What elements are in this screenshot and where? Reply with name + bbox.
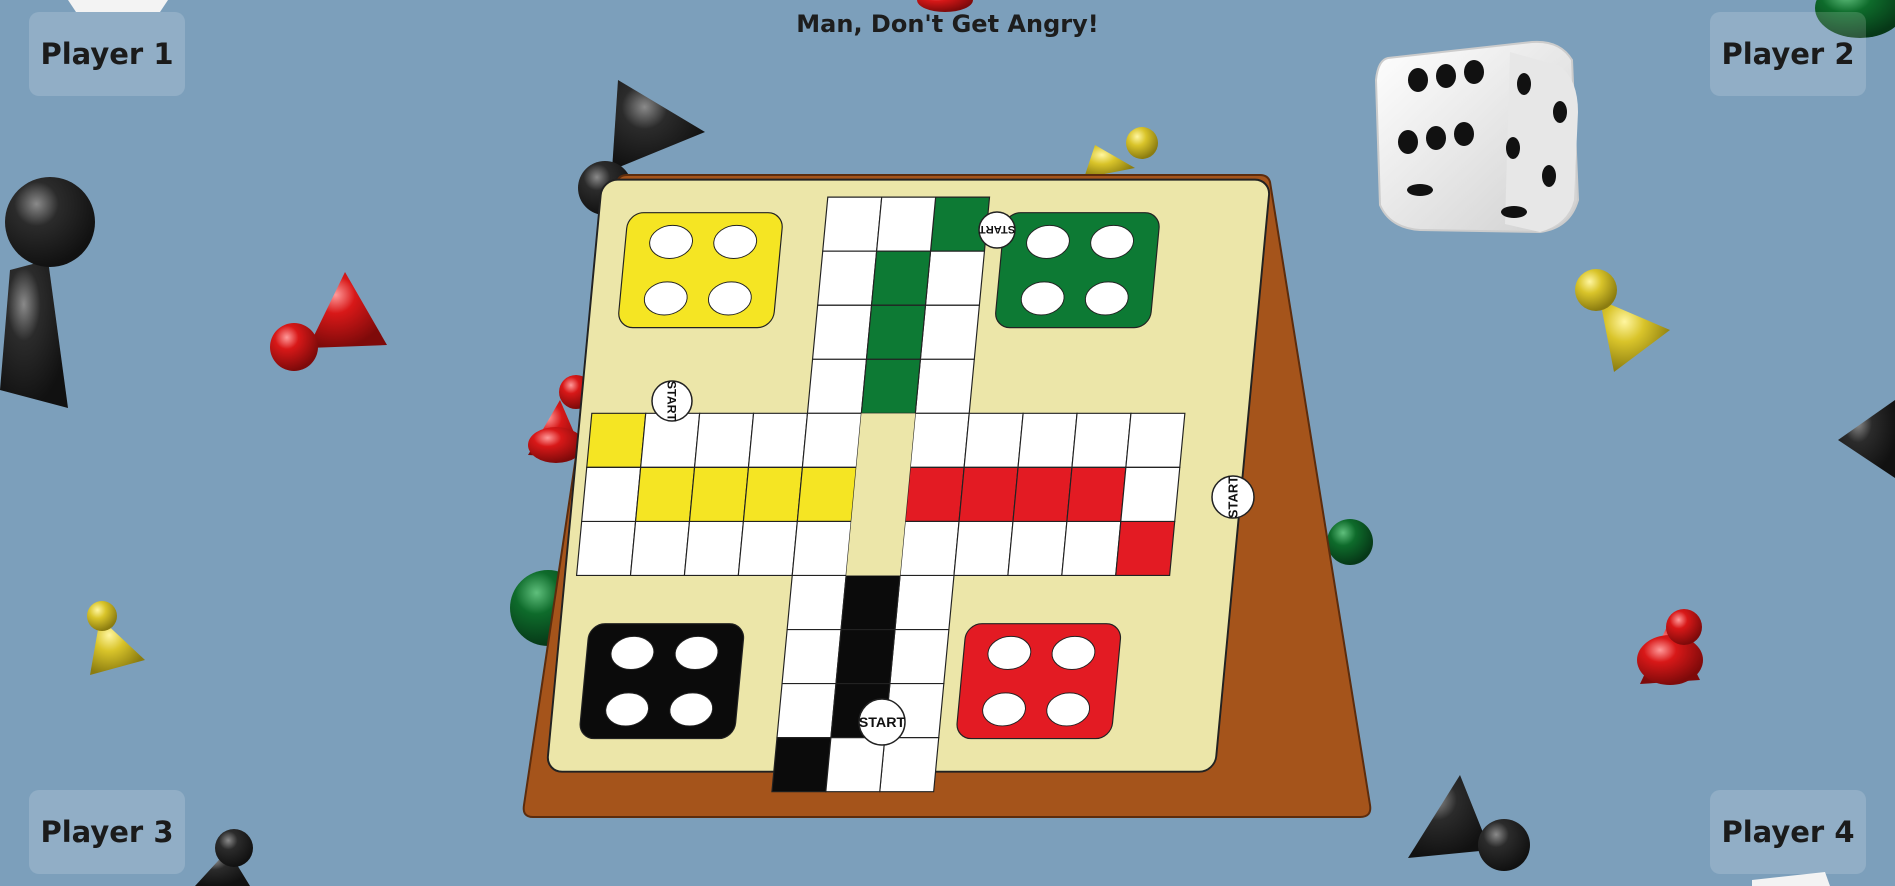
track-cell[interactable] — [683, 520, 745, 577]
player-2-label[interactable]: Player 2 — [1710, 12, 1866, 96]
start-label: START — [979, 223, 1016, 235]
track-cell[interactable] — [822, 196, 883, 252]
track-cell[interactable] — [1125, 412, 1186, 468]
pawn-black-bottom-left — [195, 829, 253, 886]
player-4-label[interactable]: Player 4 — [1710, 790, 1866, 874]
game-title: Man, Don't Get Angry! — [796, 10, 1099, 38]
dice-bottom-right — [1752, 872, 1830, 886]
pawn-yellow-top — [1084, 127, 1158, 178]
track-cell[interactable] — [1071, 412, 1132, 468]
track-cell[interactable] — [1007, 520, 1068, 577]
yellow-finish-cell[interactable] — [634, 466, 696, 523]
track-cell[interactable] — [781, 628, 842, 685]
red-finish-cell[interactable] — [1012, 466, 1073, 523]
track-cell[interactable] — [1120, 466, 1181, 523]
pawn-black-large — [0, 177, 95, 408]
red-finish-cell[interactable] — [1066, 466, 1127, 523]
track-cell[interactable] — [747, 412, 809, 468]
green-finish-cell[interactable] — [870, 250, 932, 306]
pawn-black-bottom-right — [1408, 775, 1530, 871]
black-finish-cell[interactable] — [835, 628, 896, 685]
start-cell-yellow[interactable] — [586, 412, 647, 468]
track-cell[interactable] — [629, 520, 691, 577]
pawn-red-right — [1637, 609, 1703, 685]
track-cell[interactable] — [894, 574, 955, 631]
track-cell[interactable] — [953, 520, 1014, 577]
yellow-finish-cell[interactable] — [796, 466, 857, 523]
track-cell[interactable] — [914, 358, 975, 414]
track-cell[interactable] — [963, 412, 1024, 468]
track-cell[interactable] — [801, 412, 863, 468]
track-cell[interactable] — [581, 466, 642, 523]
pawn-black-right-edge — [1838, 400, 1895, 478]
track-cell[interactable] — [879, 737, 940, 793]
home-green — [995, 212, 1160, 329]
home-black — [579, 623, 745, 740]
start-label: START — [1226, 476, 1241, 518]
track-cell[interactable] — [791, 520, 852, 577]
start-cell-black[interactable] — [771, 737, 832, 793]
track-cell[interactable] — [786, 574, 847, 631]
track-cell[interactable] — [1017, 412, 1078, 468]
player-1-label[interactable]: Player 1 — [29, 12, 185, 96]
game-board: START START START START — [522, 174, 1372, 818]
home-yellow — [618, 212, 783, 329]
game-scene: START START START START — [0, 0, 1895, 886]
pawn-yellow-left — [87, 601, 145, 675]
start-marker: START — [651, 380, 693, 422]
track-cell[interactable] — [575, 520, 637, 577]
track-cell[interactable] — [1061, 520, 1122, 577]
track-cell[interactable] — [816, 250, 878, 306]
yellow-finish-cell[interactable] — [742, 466, 804, 523]
red-finish-cell[interactable] — [958, 466, 1019, 523]
start-marker: START — [858, 698, 906, 746]
start-label: START — [665, 381, 679, 422]
red-finish-cell[interactable] — [904, 466, 965, 523]
black-finish-cell[interactable] — [840, 574, 901, 631]
home-red — [956, 623, 1122, 740]
track-cell[interactable] — [889, 628, 950, 685]
track-cell[interactable] — [811, 304, 873, 360]
track-cell[interactable] — [693, 412, 755, 468]
pawn-yellow-right — [1575, 269, 1670, 372]
player-3-label[interactable]: Player 3 — [29, 790, 185, 874]
track-cell[interactable] — [737, 520, 798, 577]
start-label: START — [859, 715, 906, 731]
start-marker: START — [1211, 475, 1255, 519]
green-finish-cell[interactable] — [860, 358, 922, 414]
track-cell[interactable] — [875, 196, 937, 252]
start-cell-red[interactable] — [1115, 520, 1176, 577]
track-cell[interactable] — [899, 520, 960, 577]
track-cell[interactable] — [909, 412, 970, 468]
track-cell[interactable] — [776, 682, 837, 739]
pawn-red-left — [270, 272, 387, 371]
track-cell[interactable] — [806, 358, 868, 414]
dice[interactable] — [1374, 40, 1580, 234]
track-cell[interactable] — [924, 250, 986, 306]
track-cell[interactable] — [919, 304, 981, 360]
green-finish-cell[interactable] — [865, 304, 927, 360]
track-cell[interactable] — [825, 737, 886, 793]
pawn-green-right — [1327, 519, 1373, 565]
start-marker: START — [978, 211, 1016, 249]
yellow-finish-cell[interactable] — [688, 466, 750, 523]
